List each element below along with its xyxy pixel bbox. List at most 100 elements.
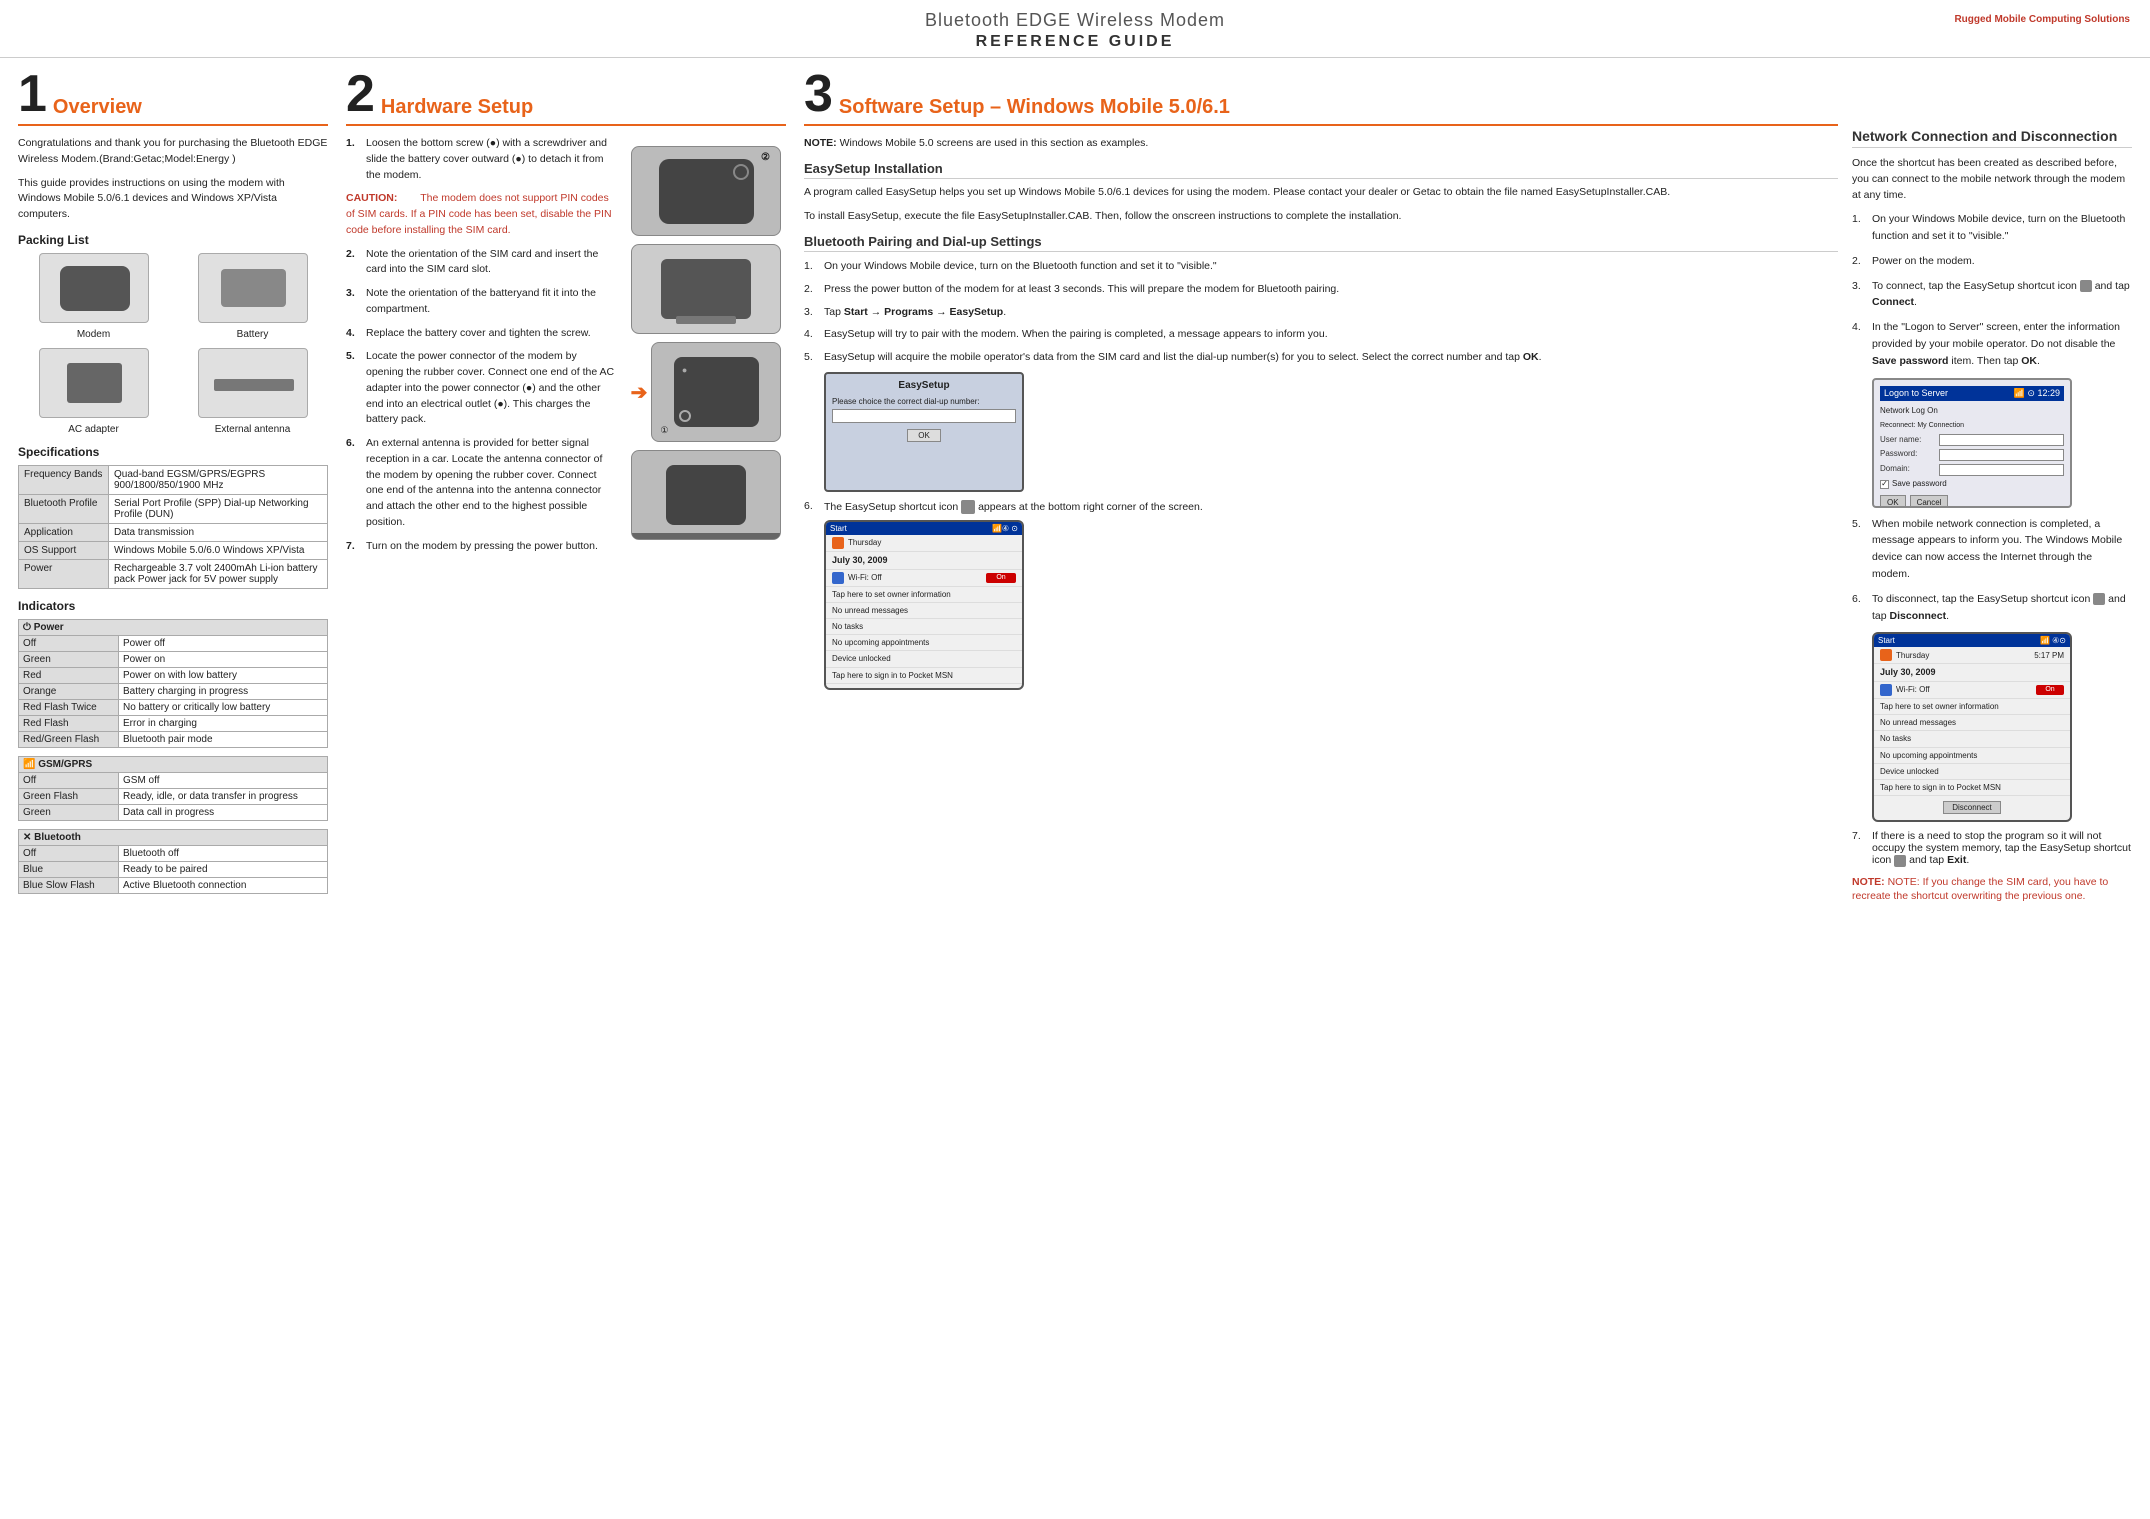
hw-step-3: 3. Note the orientation of the batteryan… [346, 286, 616, 318]
sw-step-text: Press the power button of the modem for … [824, 281, 1339, 298]
modem-label: Modem [18, 329, 169, 340]
col-network: Network Connection and Disconnection Onc… [1852, 68, 2132, 904]
indicator-row: OrangeBattery charging in progress [19, 683, 328, 699]
net-step-7: 7. If there is a need to stop the progra… [1852, 830, 2132, 866]
spec-value: Rechargeable 3.7 volt 2400mAh Li-ion bat… [109, 559, 328, 588]
mobile-taskbar: Start 📶④ ⊙ [826, 522, 1022, 535]
specs-title: Specifications [18, 445, 328, 459]
sw-step-num: 2. [804, 281, 818, 298]
taskbar-start: Start [830, 524, 847, 533]
hw-step-text: Turn on the modem by pressing the power … [366, 539, 598, 555]
dialup-title: EasySetup [832, 380, 1016, 391]
note-red-text: NOTE: If you change the SIM card, you ha… [1852, 876, 2108, 903]
net-step-num: 4. [1852, 319, 1866, 369]
hardware-layout: 1. Loosen the bottom screw (●) with a sc… [346, 136, 786, 562]
logon-domain-field: Domain: [1880, 463, 2064, 476]
easysetup-para1: A program called EasySetup helps you set… [804, 185, 1838, 200]
network-intro: Once the shortcut has been created as de… [1852, 156, 2132, 203]
net-step-num: 6. [1852, 591, 1866, 625]
username-input[interactable] [1939, 434, 2064, 446]
indicator-row: RedPower on with low battery [19, 667, 328, 683]
mobile-row: Wi-Fi: Off On [826, 570, 1022, 587]
packing-antenna: External antenna [177, 348, 328, 435]
section3-header: 3 Software Setup – Windows Mobile 5.0/6.… [804, 68, 1838, 126]
net-step-1: 1. On your Windows Mobile device, turn o… [1852, 211, 2132, 245]
indicator-row: Green FlashReady, idle, or data transfer… [19, 788, 328, 804]
hw-image-3-container: ➔ ● ① [631, 342, 782, 442]
spec-row: OS Support Windows Mobile 5.0/6.0 Window… [19, 541, 328, 559]
main-content: 1 Overview Congratulations and thank you… [0, 58, 2150, 914]
modem-image [39, 253, 149, 323]
indicator-row: Red/Green FlashBluetooth pair mode [19, 731, 328, 747]
section2-header: 2 Hardware Setup [346, 68, 786, 126]
cancel-button[interactable]: Cancel [1910, 495, 1949, 508]
taskbar-time: 📶④ ⊙ [992, 524, 1018, 533]
power-indicator-table: ⏻ Power OffPower off GreenPower on RedPo… [18, 619, 328, 748]
indicator-row: Red Flash TwiceNo battery or critically … [19, 699, 328, 715]
packing-modem: Modem [18, 253, 169, 340]
spec-key: Frequency Bands [19, 465, 109, 494]
bluetooth-header: ✕ Bluetooth [19, 829, 328, 845]
net-step-5: 5. When mobile network connection is com… [1852, 516, 2132, 583]
sw-step-3: 3. Tap Start → Programs → EasySetup. [804, 304, 1838, 321]
mobile-taskbar-2: Start 📶 ④⊙ [1874, 634, 2070, 647]
net-step-num: 1. [1852, 211, 1866, 245]
mobile-row: Tap here to set owner information [1874, 699, 2070, 715]
mobile-row: Device unlocked [826, 651, 1022, 667]
sw-step-num: 4. [804, 326, 818, 343]
easysetup-title: EasySetup Installation [804, 161, 1838, 179]
hw-step-num: 3. [346, 286, 360, 318]
hw-image-4 [631, 450, 781, 540]
password-label: Password: [1880, 448, 1935, 461]
bluetooth-header-row: ✕ Bluetooth [19, 829, 328, 845]
hw-step-text: Note the orientation of the batteryand f… [366, 286, 616, 318]
password-input[interactable] [1939, 449, 2064, 461]
spec-value: Data transmission [109, 523, 328, 541]
logon-network: Reconnect: My Connection [1880, 420, 2064, 431]
save-password-checkbox: ✓ Save password [1880, 478, 2064, 491]
note-text: Windows Mobile 5.0 screens are used in t… [840, 137, 1149, 149]
battery-image [198, 253, 308, 323]
hw-image-3: ● ① [651, 342, 781, 442]
logon-icons: 📶 ⊙ 12:29 [2014, 388, 2060, 399]
power-header: ⏻ Power [19, 619, 328, 635]
username-label: User name: [1880, 434, 1935, 447]
ok-button[interactable]: OK [1880, 495, 1906, 508]
packing-battery: Battery [177, 253, 328, 340]
save-password-label: Save password [1892, 478, 1947, 491]
net-step-text: To connect, tap the EasySetup shortcut i… [1872, 278, 2132, 312]
dialup-dropdown [832, 409, 1016, 423]
spec-row: Bluetooth Profile Serial Port Profile (S… [19, 494, 328, 523]
logon-buttons: OK Cancel [1880, 495, 2064, 508]
mobile-row: Tap here to sign in to Pocket MSN [1874, 780, 2070, 796]
hw-step-text: Replace the battery cover and tighten th… [366, 326, 591, 342]
logon-password-field: Password: [1880, 448, 2064, 461]
gsm-header-row: 📶 GSM/GPRS [19, 756, 328, 772]
domain-input[interactable] [1939, 464, 2064, 476]
section3-number: 3 [804, 68, 833, 120]
net-step-num: 5. [1852, 516, 1866, 583]
net-steps-container: 1. On your Windows Mobile device, turn o… [1852, 211, 2132, 369]
hardware-steps: 1. Loosen the bottom screw (●) with a sc… [346, 136, 616, 562]
spec-key: Bluetooth Profile [19, 494, 109, 523]
domain-label: Domain: [1880, 463, 1935, 476]
disconnect-button[interactable]: Disconnect [1943, 801, 2001, 814]
hw-step-5: 5. Locate the power connector of the mod… [346, 349, 616, 428]
mobile-row: Thursday 5:17 PM [1874, 647, 2070, 664]
hw-step-2: 2. Note the orientation of the SIM card … [346, 247, 616, 279]
hw-step-text: An external antenna is provided for bett… [366, 436, 616, 531]
spec-row: Application Data transmission [19, 523, 328, 541]
net-step-text: Power on the modem. [1872, 253, 1975, 270]
indicator-row: Blue Slow FlashActive Bluetooth connecti… [19, 877, 328, 893]
battery-label: Battery [177, 329, 328, 340]
dialup-ok-button[interactable]: OK [907, 429, 941, 442]
mobile-row: No upcoming appointments [1874, 748, 2070, 764]
net-step-num: 7. [1852, 830, 1866, 866]
mobile-row: Tap here to sign in to Pocket MSN [826, 668, 1022, 684]
dialup-screen: EasySetup Please choice the correct dial… [824, 372, 1024, 492]
logon-username-field: User name: [1880, 434, 2064, 447]
sw-note: NOTE: Windows Mobile 5.0 screens are use… [804, 136, 1838, 151]
hardware-images: ② ➔ ● ① [626, 136, 786, 562]
logon-content: Network Log On Reconnect: My Connection … [1880, 405, 2064, 508]
mobile-row: July 30, 2009 [1874, 664, 2070, 682]
